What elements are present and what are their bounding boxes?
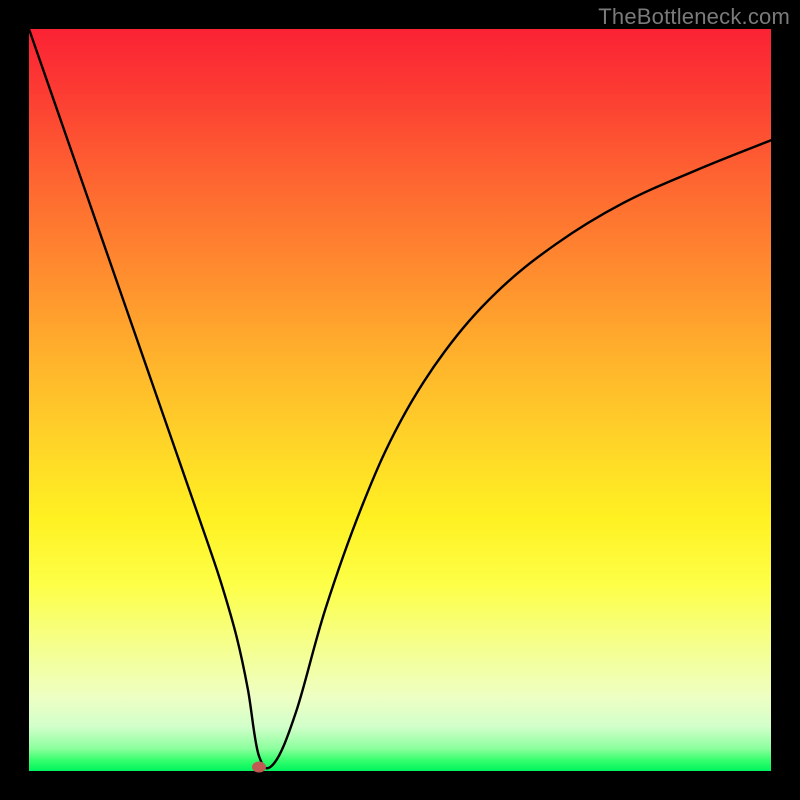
optimum-marker (252, 762, 266, 773)
chart-frame: TheBottleneck.com (0, 0, 800, 800)
watermark-text: TheBottleneck.com (598, 4, 790, 30)
plot-area (29, 29, 771, 771)
bottleneck-curve (29, 29, 771, 771)
